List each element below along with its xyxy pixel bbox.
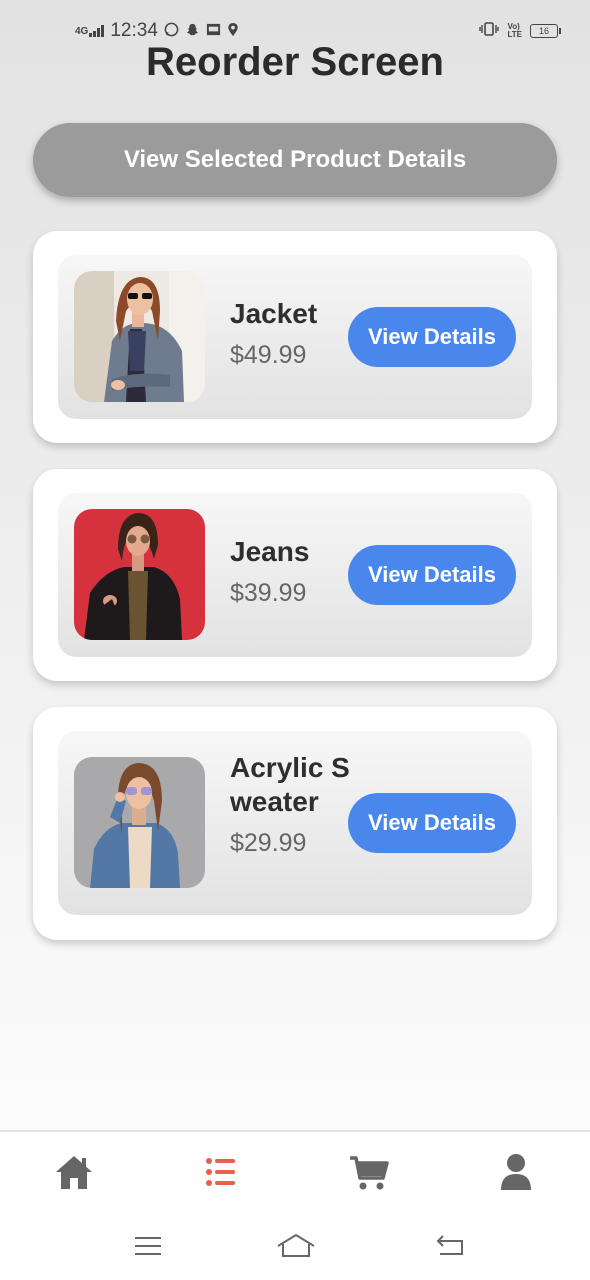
back-button[interactable]: [434, 1232, 466, 1260]
system-navigation-bar: [0, 1210, 590, 1280]
nav-cart[interactable]: [349, 1152, 389, 1192]
volte-indicator: Vo) LTE: [507, 21, 522, 39]
view-details-button[interactable]: View Details: [348, 793, 516, 853]
news-icon: [206, 22, 221, 41]
menu-icon: [135, 1237, 161, 1255]
product-card: Jacket $49.99 View Details: [33, 231, 557, 443]
signal-bars-icon: [89, 25, 105, 37]
home-icon: [56, 1156, 92, 1189]
product-card-inner: Jacket $49.99 View Details: [58, 255, 532, 419]
product-info: Jacket $49.99: [230, 297, 350, 370]
view-details-button[interactable]: View Details: [348, 307, 516, 367]
nav-list[interactable]: [200, 1152, 240, 1192]
product-price: $39.99: [230, 579, 307, 607]
view-selected-product-details-button[interactable]: View Selected Product Details: [33, 123, 557, 197]
battery-icon: 16: [530, 23, 561, 38]
clock: 12:34: [110, 20, 158, 41]
network-type: 4G: [75, 26, 89, 37]
back-icon: [436, 1235, 463, 1255]
cart-icon: [350, 1156, 389, 1190]
product-image: [74, 271, 205, 402]
product-name: Jacket: [230, 298, 318, 329]
view-details-button[interactable]: View Details: [348, 545, 516, 605]
product-price: $49.99: [230, 341, 307, 369]
whatsapp-icon: [164, 22, 179, 41]
status-right: Vo) LTE 16: [479, 21, 561, 39]
vibrate-icon: [479, 22, 500, 39]
product-name: Acrylic Sweater: [230, 752, 350, 817]
product-image: [74, 509, 205, 640]
user-icon: [501, 1154, 531, 1190]
product-name: Jeans: [230, 536, 310, 567]
status-left: 4G 12:34: [75, 20, 239, 42]
product-card: Jeans $39.99 View Details: [33, 469, 557, 681]
system-home-icon: [277, 1233, 315, 1257]
snapchat-icon: [185, 22, 200, 41]
nav-home[interactable]: [54, 1152, 94, 1192]
menu-button[interactable]: [132, 1232, 164, 1260]
bottom-navigation: [0, 1130, 590, 1212]
product-price: $29.99: [230, 829, 307, 857]
page-title: Reorder Screen: [146, 40, 444, 84]
product-card: Acrylic Sweater $29.99 View Details: [33, 707, 557, 940]
product-image: [74, 757, 205, 888]
system-home-button[interactable]: [275, 1232, 317, 1260]
location-icon: [227, 22, 239, 41]
product-card-inner: Jeans $39.99 View Details: [58, 493, 532, 657]
product-info: Acrylic Sweater $29.99: [230, 751, 350, 858]
product-info: Jeans $39.99: [230, 535, 350, 608]
signal-indicator: 4G: [75, 25, 105, 37]
product-card-inner: Acrylic Sweater $29.99 View Details: [58, 731, 532, 915]
nav-profile[interactable]: [496, 1152, 536, 1192]
list-icon: [206, 1158, 235, 1186]
